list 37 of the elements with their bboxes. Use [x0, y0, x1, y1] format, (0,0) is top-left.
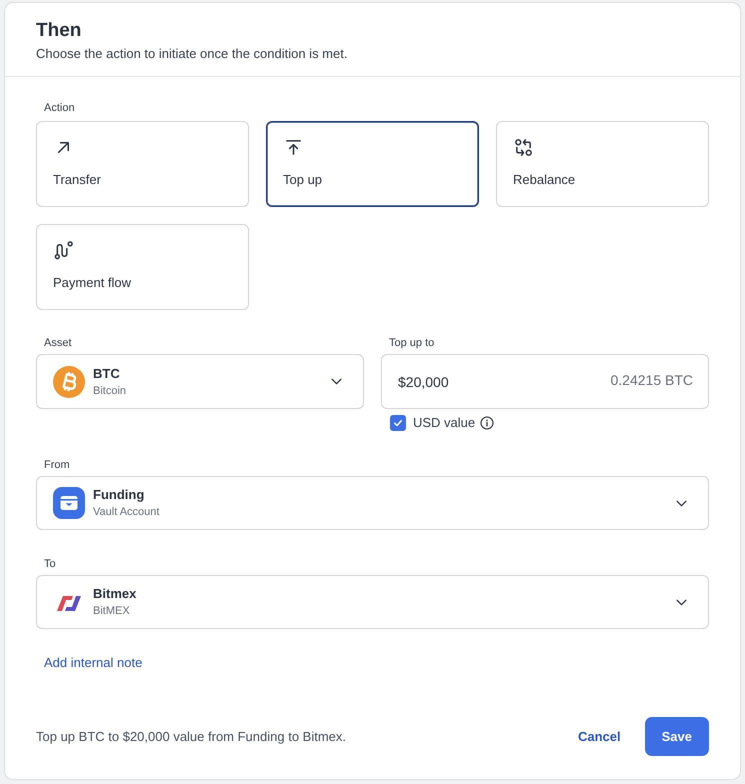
field-label: Action: [44, 101, 75, 115]
account-type: Vault Account: [93, 505, 160, 519]
add-note-link[interactable]: Add internal note: [44, 655, 142, 671]
field-label: Top up to: [389, 336, 434, 350]
source-select[interactable]: Funding Vault Account: [36, 476, 709, 530]
action-option[interactable]: Rebalance: [496, 121, 709, 207]
checkmark-icon: [394, 420, 402, 426]
dialog-subtitle: Choose the action to initiate once the condition is met.: [36, 45, 348, 62]
destination-select[interactable]: Bitmex BitMEX: [36, 575, 709, 629]
exchange-subtitle: BitMEX: [93, 604, 130, 618]
wallet-icon: [53, 487, 85, 519]
action-option[interactable]: Top up: [266, 121, 479, 207]
save-button[interactable]: Save: [644, 717, 709, 756]
cancel-button[interactable]: Cancel: [568, 717, 631, 756]
asset-subtitle: Bitcoin: [93, 384, 126, 398]
info-icon[interactable]: [480, 416, 494, 430]
route-icon: [54, 241, 73, 260]
field-label: To: [44, 557, 56, 571]
asset-select[interactable]: BTC Bitcoin: [36, 354, 364, 409]
exchange-name: Bitmex: [93, 586, 136, 602]
asset-name: BTC: [93, 366, 120, 382]
conversion-text: 0.24215 BTC: [610, 372, 693, 389]
chevron-down-icon: [676, 598, 687, 606]
bitcoin-icon: [53, 366, 85, 398]
swap-arrows-icon: [514, 138, 533, 157]
action-option[interactable]: Payment flow: [36, 224, 249, 310]
checkbox[interactable]: [390, 415, 406, 431]
dialog-title: Then: [36, 19, 82, 43]
checkbox-label: USD value: [413, 415, 476, 431]
chevron-down-icon: [331, 378, 342, 385]
action-option[interactable]: Transfer: [36, 121, 249, 207]
field-label: Asset: [44, 336, 72, 350]
field-label: From: [44, 458, 70, 472]
account-name: Funding: [93, 487, 144, 503]
summary-text: Top up BTC to $20,000 value from Funding to Bitmex.: [36, 728, 346, 744]
arrow-up-to-line-icon: [284, 138, 303, 157]
chevron-down-icon: [676, 500, 687, 506]
